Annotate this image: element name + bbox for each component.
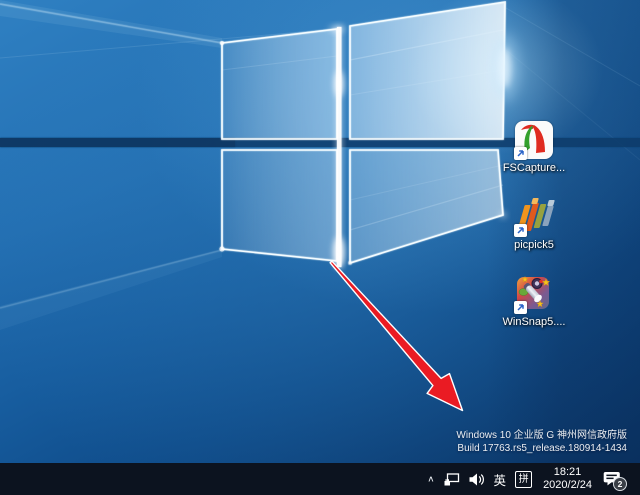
watermark-edition-line: Windows 10 企业版 G 神州网信政府版: [456, 429, 627, 442]
annotation-arrow: [330, 261, 462, 410]
watermark-build-line: Build 17763.rs5_release.180914-1434: [456, 442, 627, 455]
desktop-icon-picpick[interactable]: picpick5: [496, 198, 572, 252]
shortcut-arrow-icon: [514, 224, 527, 237]
volume-tray-button[interactable]: [469, 463, 485, 495]
ime-mode-indicator[interactable]: 拼: [515, 463, 532, 495]
windows-version-watermark: Windows 10 企业版 G 神州网信政府版 Build 17763.rs5…: [456, 429, 627, 455]
shortcut-arrow-icon: [514, 147, 527, 160]
language-indicator[interactable]: 英: [494, 463, 507, 495]
windows-desktop: FSCapture... picpick5: [0, 0, 640, 495]
notification-badge: 2: [613, 477, 627, 491]
shortcut-arrow-icon: [514, 301, 527, 314]
ime-pinyin-icon: 拼: [515, 471, 532, 488]
desktop-icon-fscapture[interactable]: FSCapture...: [496, 121, 572, 175]
volume-icon: [469, 473, 485, 486]
taskbar: ∧ 英 拼 18:21 2020/2/24: [0, 463, 640, 495]
action-center-button[interactable]: 2: [603, 463, 628, 495]
network-icon: [444, 473, 460, 486]
system-clock[interactable]: 18:21 2020/2/24: [543, 466, 592, 492]
clock-time: 18:21: [543, 466, 592, 479]
picpick-icon: [515, 198, 553, 236]
clock-date: 2020/2/24: [543, 479, 592, 492]
chevron-up-icon: ∧: [427, 474, 434, 483]
network-tray-button[interactable]: [444, 463, 460, 495]
desktop-icon-label: FSCapture...: [496, 162, 572, 175]
desktop-icon-winsnap[interactable]: WinSnap5....: [496, 275, 572, 329]
desktop-icon-label: picpick5: [496, 239, 572, 252]
desktop-icon-label: WinSnap5....: [496, 316, 572, 329]
hidden-icons-chevron[interactable]: ∧: [427, 463, 434, 495]
